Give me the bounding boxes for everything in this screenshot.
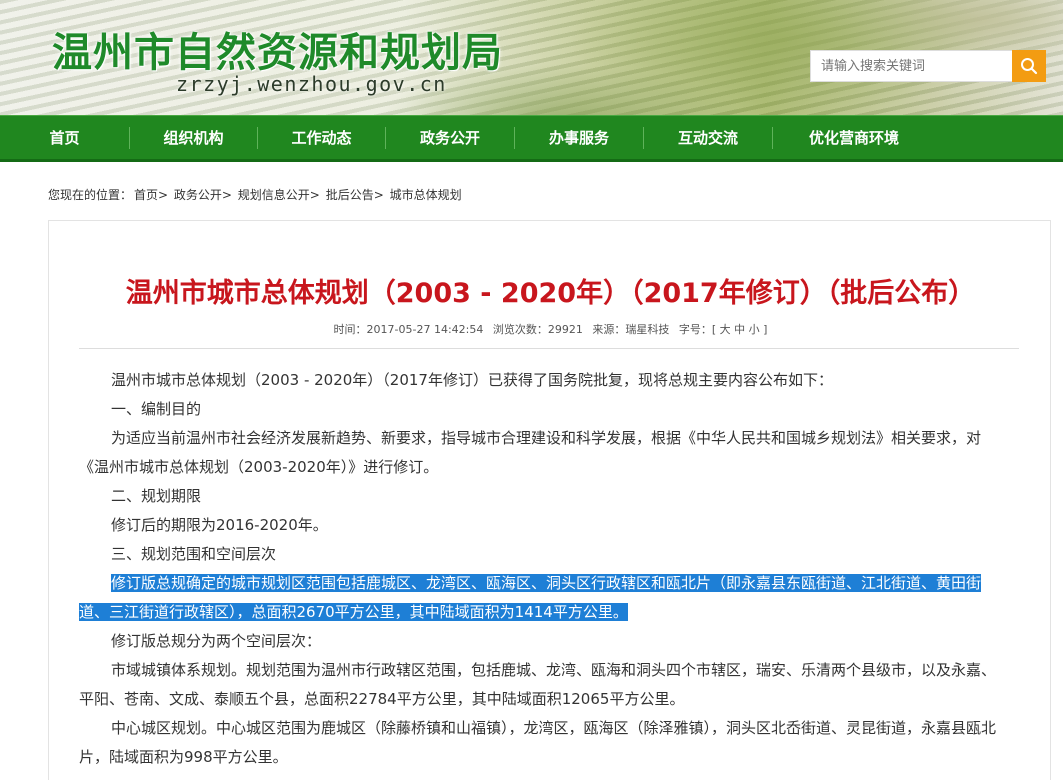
- nav-interaction[interactable]: 互动交流: [644, 116, 772, 160]
- article-meta: 时间：2017-05-27 14:42:54 浏览次数：29921 来源：瑞星科…: [49, 321, 1052, 337]
- nav-home[interactable]: 首页: [0, 116, 129, 160]
- paragraph: 市域城镇体系规划。规划范围为温州市行政辖区范围，包括鹿城、龙湾、瓯海和洞头四个市…: [79, 661, 997, 708]
- site-title[interactable]: 温州市自然资源和规划局: [52, 20, 503, 78]
- text-selection: 修订版总规确定的城市规划区范围包括鹿城区、龙湾区、瓯海区、洞头区行政辖区和瓯北片…: [79, 574, 982, 621]
- search-input[interactable]: [810, 50, 1012, 82]
- nav-services[interactable]: 办事服务: [515, 116, 643, 160]
- article-title: 温州市城市总体规划（2003 - 2020年）（2017年修订）（批后公布）: [125, 278, 976, 309]
- section-heading: 三、规划范围和空间层次: [111, 545, 277, 563]
- breadcrumb-planning-info[interactable]: 规划信息公开>: [238, 188, 320, 202]
- nav-organization[interactable]: 组织机构: [130, 116, 257, 160]
- font-size-control[interactable]: 字号：[ 大 中 小 ]: [679, 323, 768, 336]
- section-heading: 二、规划期限: [111, 487, 202, 505]
- paragraph: 温州市城市总体规划（2003 - 2020年）（2017年修订）已获得了国务院批…: [111, 371, 833, 389]
- breadcrumb-prefix: 您现在的位置：: [48, 188, 133, 202]
- search-icon: [1021, 58, 1038, 75]
- main-nav: 首页 组织机构 工作动态 政务公开 办事服务 互动交流 优化营商环境: [0, 115, 1063, 162]
- site-domain: zrzyj.wenzhou.gov.cn: [176, 72, 447, 96]
- nav-business-environment[interactable]: 优化营商环境: [773, 116, 935, 160]
- article-container: 温州市城市总体规划（2003 - 2020年）（2017年修订）（批后公布） 时…: [48, 220, 1051, 780]
- nav-work-news[interactable]: 工作动态: [258, 116, 385, 160]
- divider: [79, 348, 1019, 349]
- paragraph: 中心城区规划。中心城区范围为鹿城区（除藤桥镇和山福镇），龙湾区，瓯海区（除泽雅镇…: [79, 719, 997, 766]
- publish-time: 时间：2017-05-27 14:42:54: [333, 323, 484, 336]
- paragraph: 修订后的期限为2016-2020年。: [111, 516, 328, 534]
- search-button[interactable]: [1012, 50, 1046, 82]
- paragraph: 修订版总规分为两个空间层次：: [111, 632, 322, 650]
- breadcrumb-announcements[interactable]: 批后公告>: [326, 188, 384, 202]
- breadcrumb-home[interactable]: 首页>: [134, 188, 168, 202]
- breadcrumb-city-master-plan[interactable]: 城市总体规划: [390, 188, 462, 202]
- header-banner: 温州市自然资源和规划局 zrzyj.wenzhou.gov.cn: [0, 0, 1063, 115]
- paragraph: 为适应当前温州市社会经济发展新趋势、新要求，指导城市合理建设和科学发展，根据《中…: [79, 429, 982, 476]
- search-box: [810, 50, 1046, 84]
- nav-government-affairs[interactable]: 政务公开: [386, 116, 514, 160]
- breadcrumb-government-affairs[interactable]: 政务公开>: [174, 188, 232, 202]
- article-source: 来源：瑞星科技: [592, 323, 670, 336]
- highlighted-paragraph: 修订版总规确定的城市规划区范围包括鹿城区、龙湾区、瓯海区、洞头区行政辖区和瓯北片…: [79, 569, 1009, 627]
- article-body: 温州市城市总体规划（2003 - 2020年）（2017年修订）已获得了国务院批…: [79, 366, 1009, 772]
- view-count: 浏览次数：29921: [492, 323, 583, 336]
- breadcrumb: 您现在的位置： 首页> 政务公开> 规划信息公开> 批后公告> 城市总体规划: [48, 186, 464, 203]
- section-heading: 一、编制目的: [111, 400, 202, 418]
